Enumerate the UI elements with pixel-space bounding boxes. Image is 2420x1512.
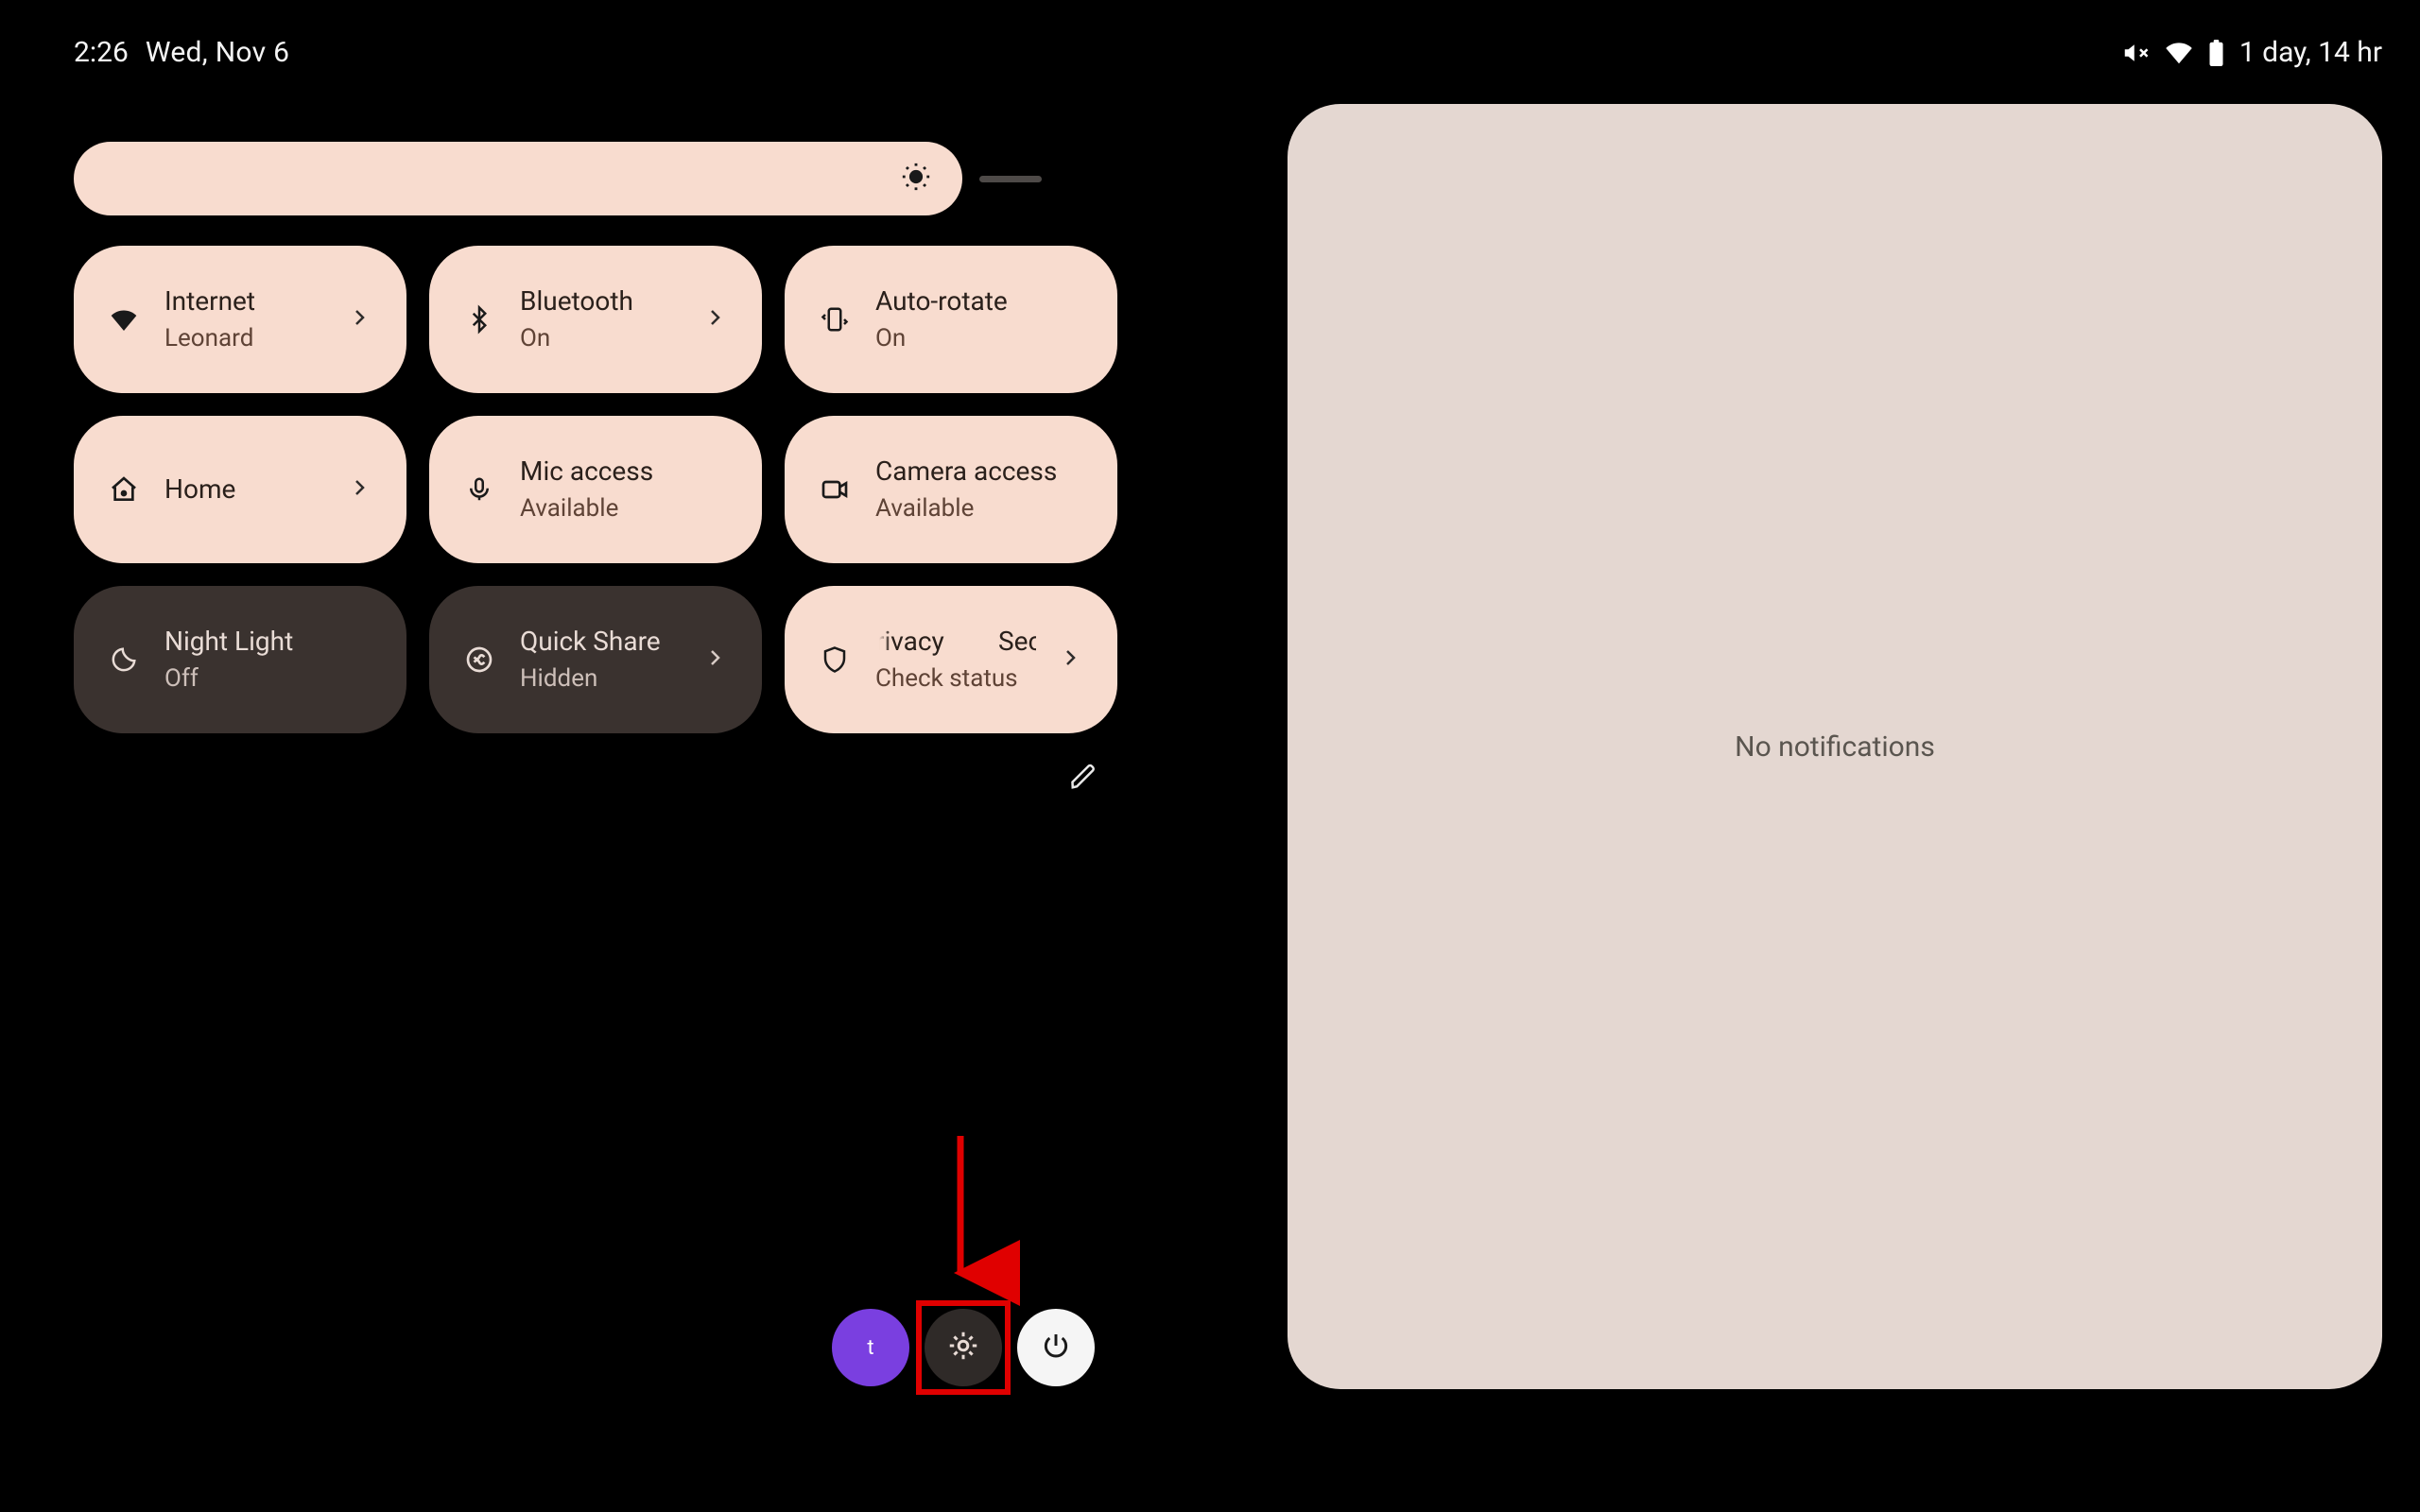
tile-title: Night Light [164,627,374,657]
battery-text: 1 day, 14 hr [2239,36,2382,69]
battery-icon [2208,40,2224,66]
shield-icon [817,645,853,674]
user-initial: t [867,1336,873,1360]
chevron-right-icon [703,646,730,673]
status-date: Wed, Nov 6 [146,36,289,69]
tile-title: Home [164,474,325,505]
wifi-icon [106,304,142,335]
brightness-track-remainder[interactable] [979,176,1042,182]
chevron-right-icon [348,476,374,503]
tile-autorotate[interactable]: Auto-rotate On [785,246,1117,393]
mute-icon [2121,39,2150,67]
tile-subtitle: Leonard [164,324,325,352]
mic-icon [461,475,497,504]
settings-button[interactable] [925,1309,1002,1386]
chevron-right-icon [348,306,374,333]
quick-settings-tiles: Internet Leonard Bluetooth On [74,246,1114,733]
tile-subtitle: Available [875,494,1085,523]
quick-share-icon [461,644,497,675]
status-bar: 2:26 Wed, Nov 6 1 day, 14 hr [74,36,2382,69]
gear-icon [946,1329,980,1366]
tile-subtitle: On [520,324,681,352]
tile-subtitle: Check status [875,664,1036,693]
tile-subtitle: On [875,324,1085,352]
notifications-empty-text: No notifications [1735,730,1935,764]
home-icon [106,474,142,505]
tile-subtitle: Off [164,664,374,693]
brightness-slider[interactable] [74,142,962,215]
tile-security-privacy[interactable]: rivacy Sec Check status [785,586,1117,733]
night-light-icon [106,645,142,674]
tile-subtitle: Hidden [520,664,681,693]
quick-settings-panel: Internet Leonard Bluetooth On [74,142,1114,801]
tile-home[interactable]: Home [74,416,406,563]
tile-title: Internet [164,286,325,317]
power-button[interactable] [1017,1309,1095,1386]
tile-camera-access[interactable]: Camera access Available [785,416,1117,563]
tile-title: Mic access [520,456,730,487]
autorotate-icon [817,305,853,334]
tile-quick-share[interactable]: Quick Share Hidden [429,586,762,733]
tile-internet[interactable]: Internet Leonard [74,246,406,393]
chevron-right-icon [703,306,730,333]
quick-settings-footer: t [832,1309,1095,1386]
tile-title: Camera access [875,456,1085,487]
tile-title: Auto-rotate [875,286,1085,317]
tile-subtitle: Available [520,494,730,523]
camera-icon [817,474,853,505]
tile-title: rivacy Sec [875,627,1036,657]
edit-tiles-button[interactable] [1061,756,1106,801]
annotation-arrow [932,1136,989,1301]
chevron-right-icon [1059,646,1085,673]
wifi-icon [2165,39,2193,67]
status-icons: 1 day, 14 hr [2121,36,2382,69]
user-switcher-button[interactable]: t [832,1309,909,1386]
tile-mic-access[interactable]: Mic access Available [429,416,762,563]
brightness-row [74,142,1114,215]
tile-title: Bluetooth [520,286,681,317]
notifications-panel[interactable]: No notifications [1288,104,2382,1389]
power-icon [1041,1331,1071,1365]
tile-title: Quick Share [520,627,681,657]
tile-night-light[interactable]: Night Light Off [74,586,406,733]
brightness-icon [900,161,932,197]
bluetooth-icon [461,305,497,334]
tile-bluetooth[interactable]: Bluetooth On [429,246,762,393]
pencil-icon [1069,763,1098,795]
status-time: 2:26 [74,36,129,69]
